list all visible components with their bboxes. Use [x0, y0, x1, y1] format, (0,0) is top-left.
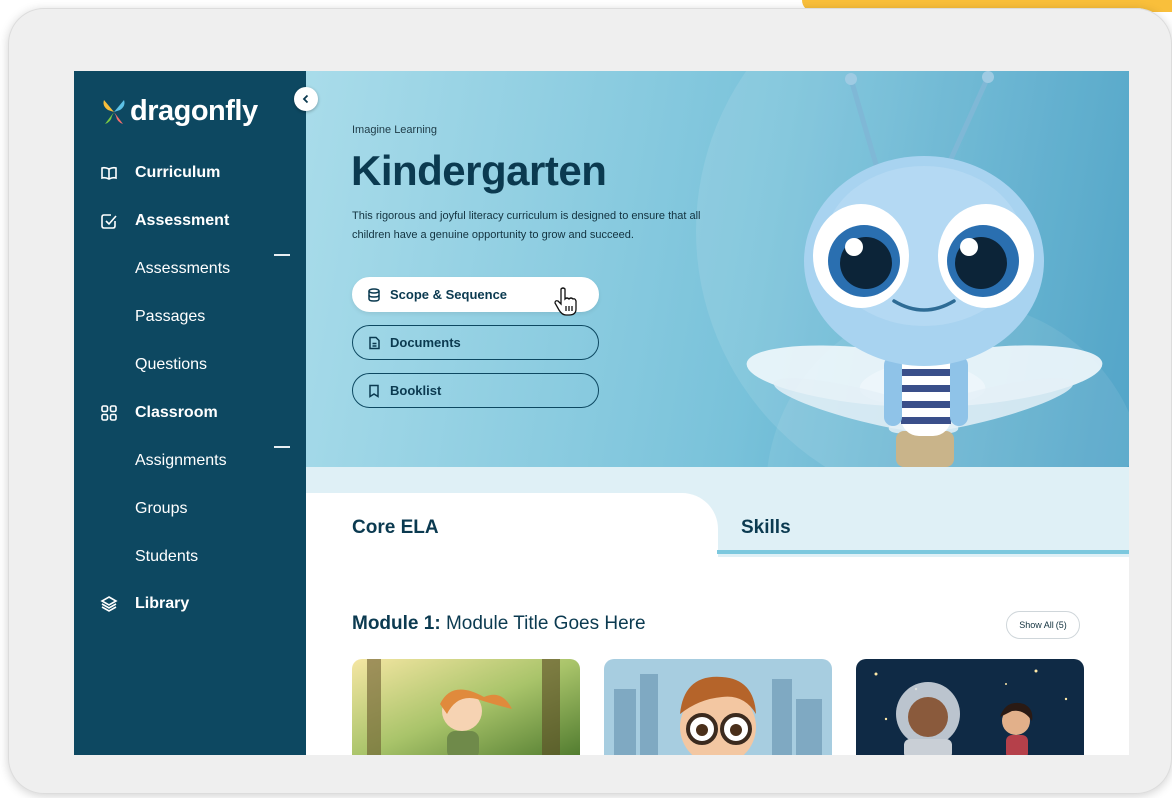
- tab-label: Skills: [741, 517, 791, 538]
- forest-girl-image: [352, 659, 580, 755]
- sidebar-item-curriculum[interactable]: Curriculum: [74, 153, 306, 193]
- dragonfly-mascot-image: [746, 71, 1103, 467]
- show-all-button[interactable]: Show All (5): [1006, 611, 1080, 639]
- sidebar-item-label: Passages: [135, 308, 206, 325]
- tab-label: Core ELA: [352, 517, 439, 538]
- tab-underline: [717, 550, 1129, 554]
- sidebar-item-label: Curriculum: [135, 164, 221, 181]
- sidebar-item-assignments[interactable]: Assignments: [74, 441, 306, 481]
- module-title: Module Title Goes Here: [445, 613, 646, 634]
- sidebar-item-classroom[interactable]: Classroom: [74, 393, 306, 433]
- button-label: Booklist: [390, 383, 442, 398]
- tab-skills[interactable]: Skills: [717, 493, 1129, 557]
- layers-icon: [100, 596, 118, 612]
- sidebar-item-label: Assignments: [135, 452, 227, 469]
- sidebar-item-label: Assessment: [135, 212, 230, 229]
- app-screen: dragonfly Curriculum Assessment Assessme…: [74, 71, 1129, 755]
- booklist-button[interactable]: Booklist: [352, 373, 599, 408]
- space-astronaut-image: [856, 659, 1084, 755]
- grid-icon: [101, 405, 117, 421]
- sidebar: dragonfly Curriculum Assessment Assessme…: [74, 71, 306, 755]
- lesson-card-city[interactable]: [604, 659, 832, 755]
- city-boy-image: [604, 659, 832, 755]
- button-label: Scope & Sequence: [390, 287, 508, 302]
- database-icon: [368, 287, 380, 302]
- sidebar-item-label: Questions: [135, 356, 208, 373]
- collapse-sidebar-button[interactable]: [294, 87, 318, 111]
- hand-pointer-cursor-icon: [554, 287, 577, 316]
- button-label: Documents: [390, 335, 461, 350]
- document-icon: [369, 336, 380, 349]
- module-section: Module 1: Module Title Goes Here Show Al…: [306, 557, 1129, 755]
- sidebar-item-assessment[interactable]: Assessment: [74, 201, 306, 241]
- sidebar-item-label: Library: [135, 595, 190, 612]
- page-title: Kindergarten: [351, 147, 607, 194]
- module-number: Module 1:: [352, 613, 441, 634]
- chevron-left-icon: [302, 94, 309, 104]
- show-all-label: Show All: [1019, 620, 1054, 630]
- logo-text: dragonfly: [130, 95, 258, 127]
- sidebar-item-questions[interactable]: Questions: [74, 345, 306, 385]
- lesson-card-space[interactable]: [856, 659, 1084, 755]
- sidebar-item-label: Assessments: [135, 260, 231, 277]
- hero-description: This rigorous and joyful literacy curric…: [352, 210, 701, 241]
- hero-banner: Imagine Learning Kindergarten This rigor…: [306, 71, 1129, 467]
- tablet-frame: dragonfly Curriculum Assessment Assessme…: [8, 8, 1172, 794]
- sidebar-item-library[interactable]: Library: [74, 584, 306, 624]
- sidebar-item-assessments[interactable]: Assessments: [74, 249, 306, 289]
- sidebar-item-students[interactable]: Students: [74, 537, 306, 577]
- tab-core-ela[interactable]: Core ELA: [306, 493, 718, 557]
- sidebar-item-groups[interactable]: Groups: [74, 489, 306, 529]
- dragonfly-logo-icon: [103, 99, 125, 124]
- check-square-icon: [101, 214, 117, 229]
- bookmark-icon: [369, 384, 379, 398]
- tabs-bar: Core ELA Skills: [306, 467, 1129, 557]
- documents-button[interactable]: Documents: [352, 325, 599, 360]
- sidebar-item-label: Classroom: [135, 404, 218, 421]
- hero-brand: Imagine Learning: [352, 124, 438, 136]
- logo[interactable]: dragonfly: [102, 95, 258, 128]
- sidebar-item-label: Students: [135, 548, 199, 565]
- sidebar-item-label: Groups: [135, 500, 188, 517]
- lesson-card-forest[interactable]: [352, 659, 580, 755]
- show-all-count: (5): [1055, 620, 1067, 630]
- book-open-icon: [101, 166, 117, 180]
- module-heading: Module 1: Module Title Goes Here: [352, 613, 646, 635]
- sidebar-item-passages[interactable]: Passages: [74, 297, 306, 337]
